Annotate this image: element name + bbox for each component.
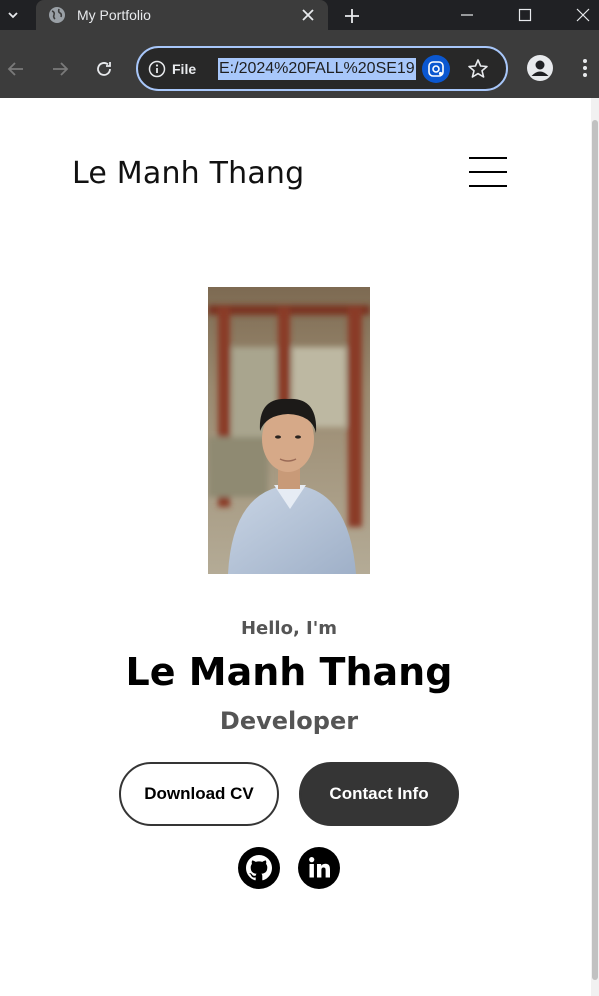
github-icon[interactable] (238, 847, 280, 889)
profile-photo (208, 287, 370, 574)
page-scrollbar[interactable] (591, 98, 599, 996)
star-icon[interactable] (466, 57, 490, 81)
globe-icon (49, 7, 65, 23)
hamburger-line (469, 157, 507, 159)
chevron-down-icon (8, 12, 18, 19)
profile-role: Developer (219, 707, 359, 735)
forward-button[interactable] (47, 56, 73, 82)
site-logo[interactable]: Le Manh Thang (72, 156, 304, 191)
greeting-text: Hello, I'm (240, 618, 338, 639)
kebab-icon (583, 59, 587, 77)
contact-info-button[interactable]: Contact Info (299, 762, 459, 826)
nav-menu-button[interactable] (469, 157, 507, 189)
minimize-icon (461, 14, 473, 16)
profile-button[interactable] (527, 55, 553, 81)
plus-icon[interactable] (341, 5, 363, 27)
close-icon[interactable] (299, 6, 317, 24)
lens-icon (428, 61, 444, 77)
scrollbar-thumb[interactable] (592, 120, 598, 980)
tab-title: My Portfolio (77, 7, 151, 23)
reload-icon (97, 62, 111, 76)
lens-button[interactable] (422, 55, 450, 83)
linkedin-icon[interactable] (298, 847, 340, 889)
download-cv-button[interactable]: Download CV (119, 762, 279, 826)
arrow-left-icon (7, 62, 23, 76)
arrow-right-icon (53, 62, 69, 76)
maximize-icon (518, 8, 532, 22)
hamburger-line (469, 171, 507, 173)
maximize-button[interactable] (502, 0, 548, 30)
site-info-label: File (172, 61, 197, 77)
address-bar[interactable]: File E:/2024%20FALL%20SE19 (136, 46, 508, 91)
hamburger-line (469, 185, 507, 187)
minimize-button[interactable] (444, 0, 490, 30)
reload-button[interactable] (91, 56, 117, 82)
tab-my-portfolio[interactable]: My Portfolio (36, 0, 328, 30)
info-icon (148, 60, 166, 78)
site-info-button[interactable]: File (148, 58, 196, 80)
tab-search-button[interactable] (0, 0, 26, 30)
tab-strip: My Portfolio (0, 0, 599, 30)
profile-name: Le Manh Thang (125, 650, 453, 694)
close-window-icon (576, 8, 590, 22)
back-button[interactable] (3, 56, 29, 82)
url-text[interactable]: E:/2024%20FALL%20SE19 (218, 58, 416, 80)
person-icon (531, 60, 549, 76)
browser-menu-button[interactable] (575, 56, 595, 82)
close-window-button[interactable] (560, 0, 599, 30)
page-content: Le Manh Thang Hello, I'm Le Manh Thang D… (0, 98, 591, 996)
